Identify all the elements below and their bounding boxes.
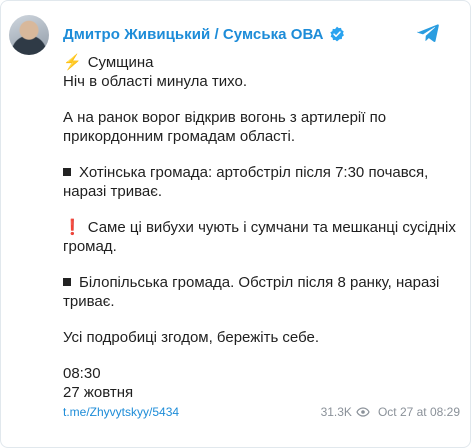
post-date: 27 жовтня — [63, 384, 134, 401]
post-text-line: Усі подробиці згодом, бережіть себе. — [63, 329, 320, 346]
eye-icon — [356, 407, 370, 417]
post-text: Хотінська громада: артобстріл після 7:30… — [79, 164, 429, 181]
post-header: Дмитро Живицький / Сумська ОВА — [63, 23, 345, 45]
black-square-icon — [63, 168, 71, 176]
view-count: 31.3K — [320, 405, 352, 419]
lightning-icon: ⚡ — [63, 54, 82, 71]
post-warning-line: ❗ Саме ці вибухи чують і сумчани та мешка… — [63, 218, 463, 237]
post-text-line: наразі триває. — [63, 183, 163, 200]
post-text: Білопільська громада. Обстріл після 8 ра… — [79, 274, 440, 291]
post-title: Сумщина — [87, 54, 154, 71]
post-text-line: А на ранок ворог відкрив вогонь з артиле… — [63, 109, 387, 126]
post-title-line: ⚡ Сумщина — [63, 53, 463, 72]
post-text-line: прикордонним громадам області. — [63, 128, 296, 145]
verified-badge-icon — [329, 26, 344, 42]
post-footer: t.me/Zhyvytskyy/5434 31.3K Oct 27 at 08:… — [63, 403, 460, 421]
post-body: ⚡ Сумщина Ніч в області минула тихо. А на… — [63, 53, 463, 402]
post-bullet-line: Хотінська громада: артобстріл після 7:30… — [63, 163, 463, 182]
channel-avatar[interactable] — [9, 15, 49, 55]
post-text-line: громад. — [63, 238, 117, 255]
post-time: 08:30 — [63, 365, 101, 382]
red-exclamation-icon: ❗ — [63, 219, 82, 236]
telegram-post-card: Дмитро Живицький / Сумська ОВА ⚡ Сумщина … — [0, 0, 471, 448]
post-timestamp: Oct 27 at 08:29 — [377, 405, 460, 419]
post-text-line: Ніч в області минула тихо. — [63, 73, 248, 90]
post-text-line: триває. — [63, 293, 115, 310]
post-link[interactable]: t.me/Zhyvytskyy/5434 — [63, 405, 179, 419]
post-bullet-line: Білопільська громада. Обстріл після 8 ра… — [63, 273, 463, 292]
telegram-icon[interactable] — [416, 21, 440, 45]
post-text: Саме ці вибухи чують і сумчани та мешкан… — [87, 219, 456, 236]
channel-name[interactable]: Дмитро Живицький / Сумська ОВА — [63, 26, 324, 43]
black-square-icon — [63, 278, 71, 286]
